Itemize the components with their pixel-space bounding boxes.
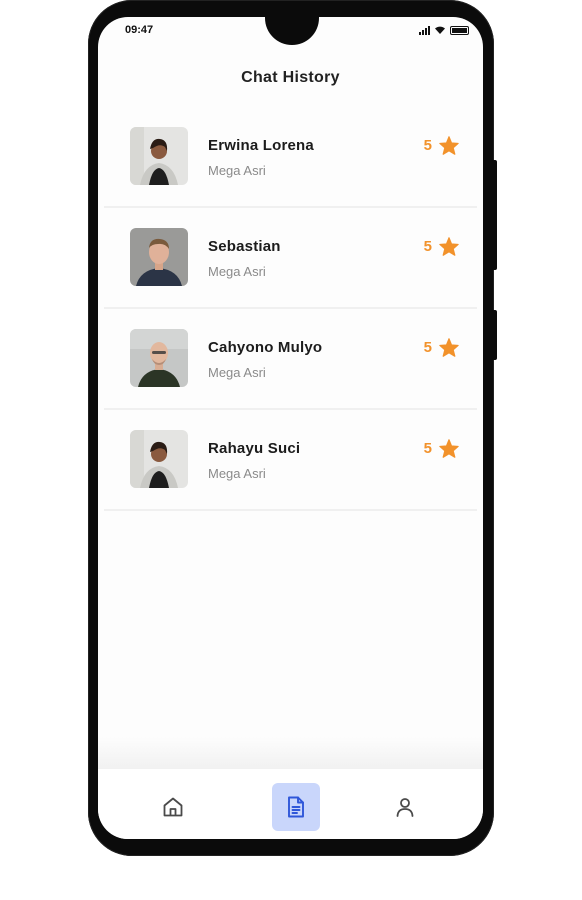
contact-subtitle: Mega Asri bbox=[208, 466, 266, 481]
rating-value: 5 bbox=[423, 137, 432, 154]
rating-value: 5 bbox=[423, 238, 432, 255]
star-icon bbox=[439, 237, 459, 256]
rating: 5 bbox=[424, 237, 459, 256]
rating: 5 bbox=[424, 136, 459, 155]
status-time: 09:47 bbox=[125, 24, 154, 36]
nav-shadow bbox=[98, 737, 483, 769]
chat-row[interactable]: Rahayu Suci Mega Asri 5 bbox=[104, 410, 477, 511]
nav-documents[interactable] bbox=[272, 783, 320, 831]
contact-subtitle: Mega Asri bbox=[208, 163, 266, 178]
woman-avatar bbox=[130, 127, 188, 185]
battery-icon bbox=[450, 25, 469, 35]
status-icons bbox=[419, 25, 469, 35]
signal-icon bbox=[419, 25, 430, 35]
contact-subtitle: Mega Asri bbox=[208, 264, 266, 279]
woman-avatar bbox=[130, 430, 188, 488]
chat-list: Erwina Lorena Mega Asri 5 Sebastian Mega… bbox=[104, 107, 477, 511]
bald-man-avatar bbox=[130, 329, 188, 387]
chat-row[interactable]: Erwina Lorena Mega Asri 5 bbox=[104, 107, 477, 208]
nav-home[interactable] bbox=[149, 783, 197, 831]
contact-subtitle: Mega Asri bbox=[208, 365, 266, 380]
star-icon bbox=[439, 439, 459, 458]
page-title: Chat History bbox=[241, 69, 340, 86]
rating-value: 5 bbox=[423, 440, 432, 457]
rating: 5 bbox=[424, 439, 459, 458]
screen: 09:47 Chat History Erwina Lorena Mega As… bbox=[98, 17, 483, 839]
rating-value: 5 bbox=[423, 339, 432, 356]
status-bar: 09:47 bbox=[98, 24, 483, 42]
nav-profile[interactable] bbox=[381, 783, 429, 831]
wifi-icon bbox=[435, 26, 445, 34]
contact-name: Rahayu Suci bbox=[208, 440, 301, 457]
home-icon bbox=[163, 797, 183, 817]
chat-row[interactable]: Cahyono Mulyo Mega Asri 5 bbox=[104, 309, 477, 410]
star-icon bbox=[439, 136, 459, 155]
volume-button bbox=[492, 160, 497, 270]
bottom-nav bbox=[98, 769, 483, 839]
contact-name: Cahyono Mulyo bbox=[208, 339, 323, 356]
chat-row[interactable]: Sebastian Mega Asri 5 bbox=[104, 208, 477, 309]
contact-name: Sebastian bbox=[208, 238, 281, 255]
contact-name: Erwina Lorena bbox=[208, 137, 314, 154]
rating: 5 bbox=[424, 338, 459, 357]
power-button bbox=[492, 310, 497, 360]
document-icon bbox=[288, 796, 304, 818]
star-icon bbox=[439, 338, 459, 357]
profile-icon bbox=[396, 798, 414, 817]
man-avatar bbox=[130, 228, 188, 286]
